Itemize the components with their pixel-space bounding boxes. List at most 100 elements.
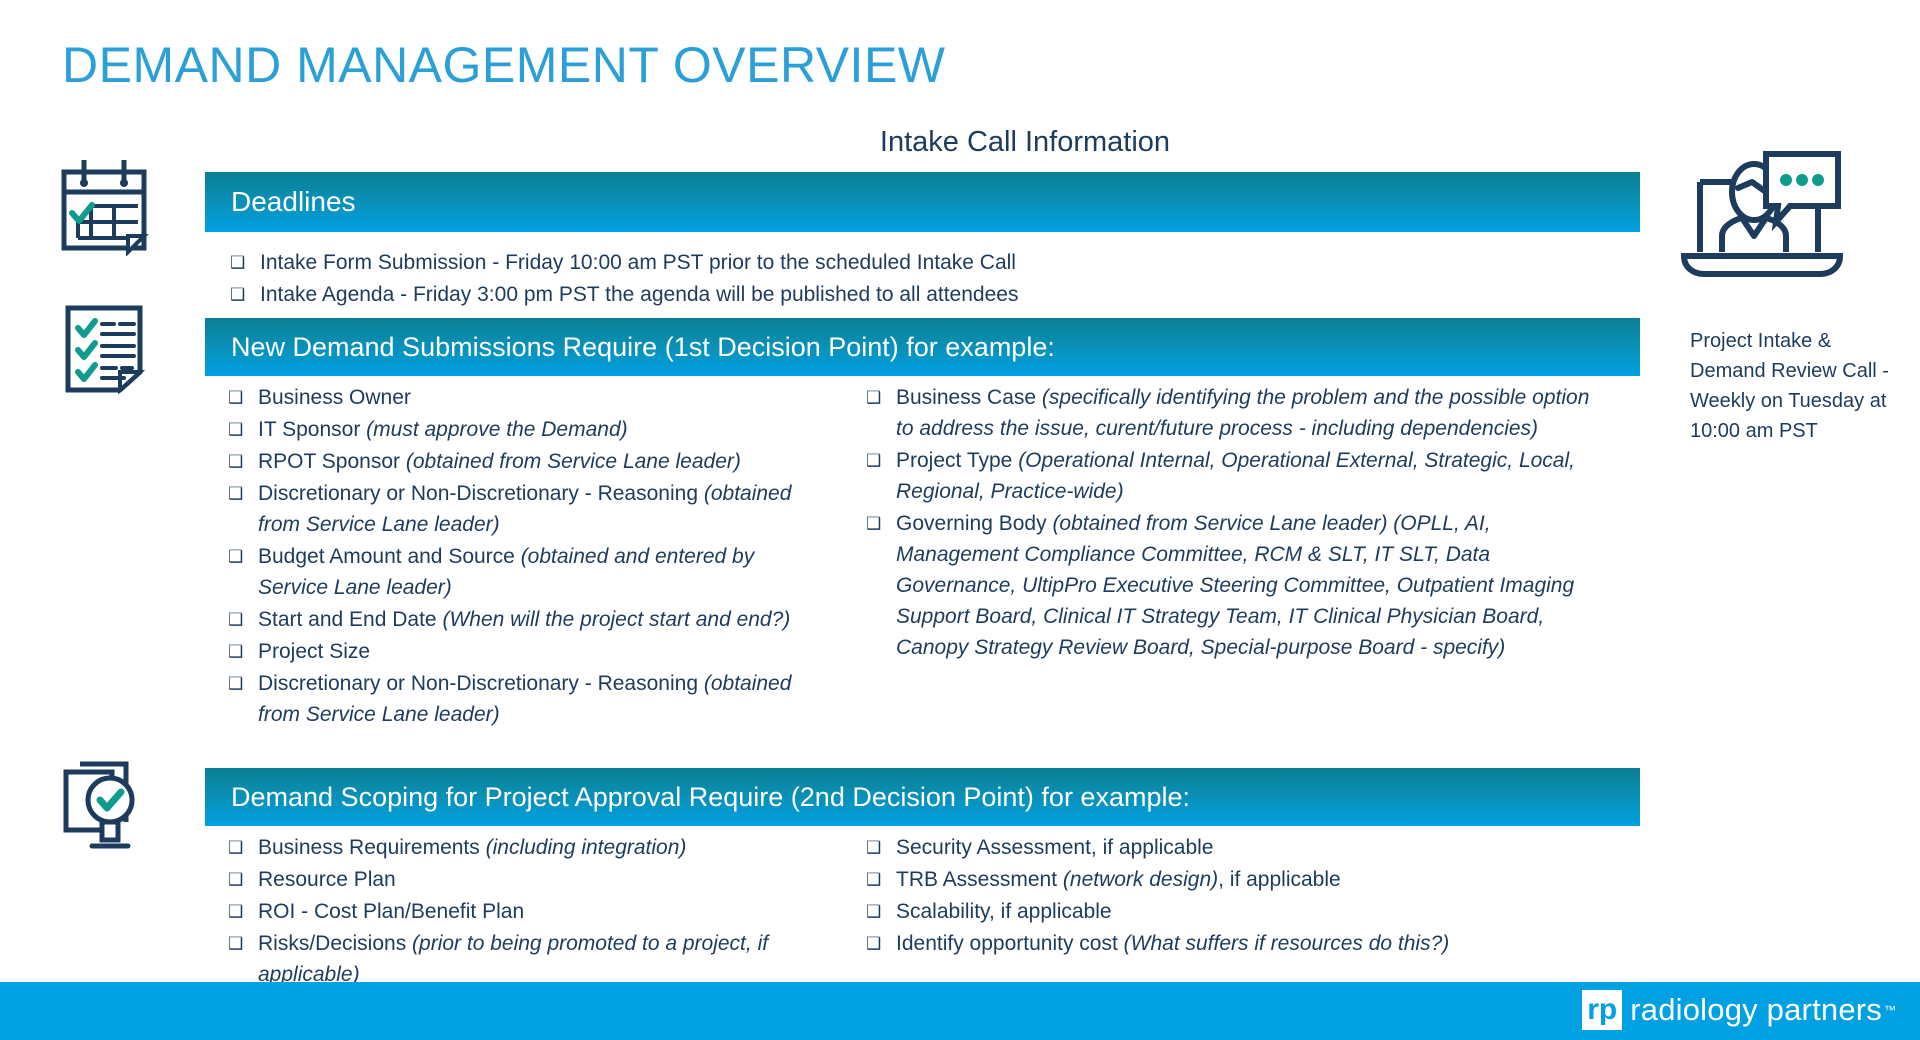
list-item-label: Project Size <box>258 640 371 663</box>
slide-canvas: DEMAND MANAGEMENT OVERVIEW Intake Call I… <box>0 0 1920 1040</box>
trademark-symbol: ™ <box>1884 1003 1896 1017</box>
list-item-note: (Operational Internal, Operational Exter… <box>896 449 1575 503</box>
list-item: ❑ Risks/Decisions (prior to being promote… <box>228 928 828 990</box>
list-item-label: Business Requirements (including integra… <box>258 836 687 859</box>
section-heading-text: Deadlines <box>231 186 356 217</box>
list-item-note: (obtained and entered by Service Lane le… <box>258 545 755 599</box>
list-item-note: (prior to being promoted to a project, i… <box>258 932 769 986</box>
list-item-label: Scalability, if applicable <box>896 900 1112 923</box>
list-item-note: (network design) <box>1062 868 1219 891</box>
list-item-label: Intake Form Submission - Friday 10:00 am… <box>260 251 1016 274</box>
checkbox-bullet-icon: ❑ <box>228 838 244 857</box>
list-item: ❑ RPOT Sponsor (obtained from Service Lan… <box>228 446 828 477</box>
list-item: ❑ Identify opportunity cost (What suffers… <box>866 928 1601 959</box>
checkbox-bullet-icon: ❑ <box>228 420 244 439</box>
logo-mark-text: rp <box>1587 993 1618 1026</box>
list-item: ❑ ROI - Cost Plan/Benefit Plan <box>228 896 828 927</box>
checkbox-bullet-icon: ❑ <box>866 451 882 470</box>
checkbox-bullet-icon: ❑ <box>228 610 244 629</box>
footer-bar: rp radiology partners ™ <box>0 982 1920 1040</box>
radiology-partners-logo: rp radiology partners ™ <box>1582 990 1896 1030</box>
checkbox-bullet-icon: ❑ <box>866 838 882 857</box>
list-item: ❑ Scalability, if applicable <box>866 896 1601 927</box>
logo-wordmark: radiology partners <box>1630 992 1882 1027</box>
page-subtitle: Intake Call Information <box>879 126 1171 158</box>
checkbox-bullet-icon: ❑ <box>228 484 244 503</box>
list-item-note: (specifically identifying the problem an… <box>896 386 1590 440</box>
checkbox-bullet-icon: ❑ <box>228 388 244 407</box>
checkbox-bullet-icon: ❑ <box>228 870 244 889</box>
list-item-label: ROI - Cost Plan/Benefit Plan <box>258 900 525 923</box>
list-item-note: (What suffers if resources do this?) <box>1123 932 1450 955</box>
scoping-bullet-list-left: ❑ Business Requirements (including integr… <box>228 832 828 991</box>
new-demand-bullet-list-right: ❑ Business Case (specifically identifying… <box>866 382 1601 664</box>
list-item-note: (obtained from Service Lane leader) <box>258 482 792 536</box>
list-item-label: Intake Agenda - Friday 3:00 pm PST the a… <box>260 283 1019 306</box>
list-item: ❑ Discretionary or Non-Discretionary - Re… <box>228 668 828 730</box>
checkbox-bullet-icon: ❑ <box>866 934 882 953</box>
checkbox-bullet-icon: ❑ <box>228 452 244 471</box>
section-heading-text: New Demand Submissions Require (1st Deci… <box>231 332 1055 362</box>
list-item-note: (must approve the Demand) <box>366 418 628 441</box>
list-item: ❑ Budget Amount and Source (obtained and … <box>228 541 828 603</box>
checkbox-bullet-icon: ❑ <box>228 934 244 953</box>
list-item-label: RPOT Sponsor (obtained from Service Lane… <box>258 450 741 473</box>
list-item-label: Identify opportunity cost (What suffers … <box>896 932 1450 955</box>
checkbox-bullet-icon: ❑ <box>228 547 244 566</box>
page-title: DEMAND MANAGEMENT OVERVIEW <box>62 37 946 93</box>
checkbox-bullet-icon: ❑ <box>228 902 244 921</box>
video-call-person-icon <box>1678 148 1846 285</box>
list-item-label: Business Case (specifically identifying … <box>896 386 1590 440</box>
list-item: ❑ Resource Plan <box>228 864 828 895</box>
list-item-label: Discretionary or Non-Discretionary - Rea… <box>258 482 792 536</box>
checklist-document-icon <box>58 302 150 399</box>
list-item-note: (obtained from Service Lane leader) <box>258 672 792 726</box>
deadlines-bullet-list: ❑ Intake Form Submission - Friday 10:00 a… <box>230 247 1410 311</box>
checkbox-bullet-icon: ❑ <box>866 902 882 921</box>
list-item: ❑ Project Type (Operational Internal, Ope… <box>866 445 1601 507</box>
list-item: ❑ Intake Agenda - Friday 3:00 pm PST the … <box>230 279 1410 310</box>
approval-stamp-icon <box>58 760 152 857</box>
list-item: ❑ Project Size <box>228 636 828 667</box>
section-header-scoping: Demand Scoping for Project Approval Requ… <box>205 768 1640 826</box>
list-item-note: (When will the project start and end?) <box>442 608 791 631</box>
checkbox-bullet-icon: ❑ <box>228 674 244 693</box>
checkbox-bullet-icon: ❑ <box>228 642 244 661</box>
list-item-note: (obtained from Service Lane leader) <box>405 450 741 473</box>
list-item: ❑ Intake Form Submission - Friday 10:00 a… <box>230 247 1410 278</box>
list-item: ❑ Business Owner <box>228 382 828 413</box>
list-item-note: (including integration) <box>485 836 687 859</box>
logo-mark-icon: rp <box>1582 990 1623 1030</box>
new-demand-bullet-list-left: ❑ Business Owner ❑ IT Sponsor (must approve… <box>228 382 828 731</box>
checkbox-bullet-icon: ❑ <box>230 285 246 304</box>
section-header-deadlines: Deadlines <box>205 172 1640 232</box>
list-item: ❑ Start and End Date (When will the proje… <box>228 604 828 635</box>
list-item: ❑ Discretionary or Non-Discretionary - Re… <box>228 478 828 540</box>
scoping-bullet-list-right: ❑ Security Assessment, if applicable ❑ TRB … <box>866 832 1601 960</box>
list-item: ❑ Business Requirements (including integr… <box>228 832 828 863</box>
list-item-label: Risks/Decisions (prior to being promoted… <box>258 932 769 986</box>
list-item-label: Security Assessment, if applicable <box>896 836 1214 859</box>
section-heading-text: Demand Scoping for Project Approval Requ… <box>231 782 1190 812</box>
list-item: ❑ IT Sponsor (must approve the Demand) <box>228 414 828 445</box>
checkbox-bullet-icon: ❑ <box>866 870 882 889</box>
list-item-label: Resource Plan <box>258 868 396 891</box>
list-item-label: Governing Body (obtained from Service La… <box>896 512 1575 659</box>
calendar-check-icon <box>58 158 150 261</box>
checkbox-bullet-icon: ❑ <box>866 514 882 533</box>
list-item-label: Start and End Date (When will the projec… <box>258 608 791 631</box>
intake-call-schedule-note: Project Intake & Demand Review Call - We… <box>1690 330 1889 442</box>
checkbox-bullet-icon: ❑ <box>866 388 882 407</box>
list-item: ❑ Business Case (specifically identifying… <box>866 382 1601 444</box>
list-item-label: Budget Amount and Source (obtained and e… <box>258 545 755 599</box>
section-header-new-demand: New Demand Submissions Require (1st Deci… <box>205 318 1640 376</box>
list-item-label: Project Type (Operational Internal, Oper… <box>896 449 1575 503</box>
list-item-note: (obtained from Service Lane leader) (OPL… <box>896 512 1575 659</box>
list-item-label: Business Owner <box>258 386 411 409</box>
checkbox-bullet-icon: ❑ <box>230 253 246 272</box>
list-item: ❑ TRB Assessment (network design), if app… <box>866 864 1601 895</box>
list-item-label: Discretionary or Non-Discretionary - Rea… <box>258 672 792 726</box>
list-item: ❑ Security Assessment, if applicable <box>866 832 1601 863</box>
list-item-label: TRB Assessment (network design), if appl… <box>896 868 1341 891</box>
list-item-label: IT Sponsor (must approve the Demand) <box>258 418 628 441</box>
